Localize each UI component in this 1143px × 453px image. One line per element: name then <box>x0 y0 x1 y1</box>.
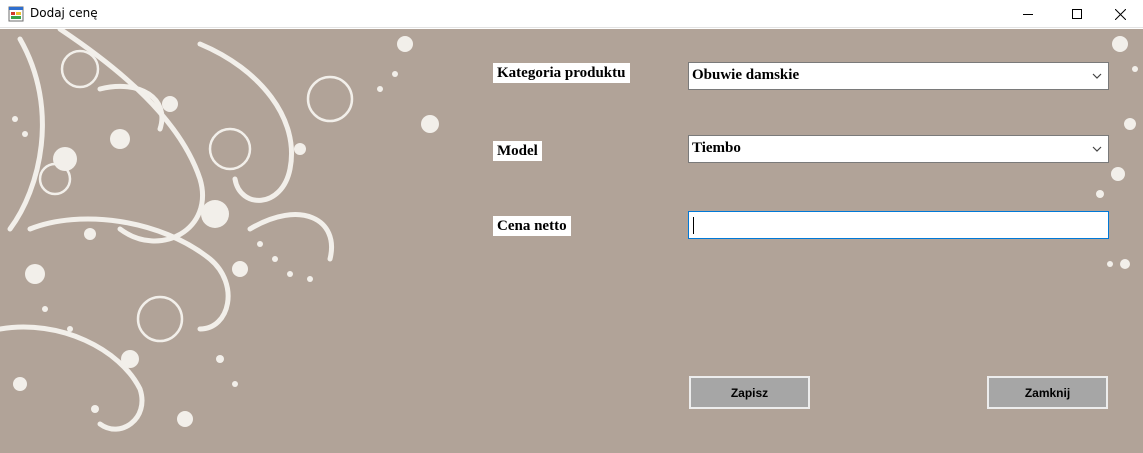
chevron-down-icon <box>1092 146 1102 152</box>
category-dropdown[interactable]: Obuwie damskie <box>688 62 1109 90</box>
app-icon <box>8 6 24 22</box>
close-form-button[interactable]: Zamknij <box>987 376 1108 409</box>
floral-ornament-background <box>0 29 1138 432</box>
net-price-input[interactable] <box>688 211 1109 239</box>
net-price-label: Cena netto <box>493 216 571 236</box>
minimize-icon <box>1023 14 1033 15</box>
close-button[interactable] <box>1097 0 1143 28</box>
window-title: Dodaj cenę <box>30 6 98 20</box>
maximize-button[interactable] <box>1054 0 1100 28</box>
minimize-button[interactable] <box>1005 0 1051 28</box>
text-caret <box>693 217 694 234</box>
category-selected-value: Obuwie damskie <box>692 67 800 83</box>
save-button[interactable]: Zapisz <box>689 376 810 409</box>
form-client-area: Kategoria produktu Obuwie damskie Model … <box>0 29 1143 453</box>
close-icon <box>1114 8 1126 20</box>
title-bar: Dodaj cenę <box>0 0 1143 28</box>
maximize-icon <box>1072 9 1082 19</box>
category-label: Kategoria produktu <box>493 63 630 83</box>
model-dropdown[interactable]: Tiembo <box>688 135 1109 163</box>
model-label: Model <box>493 141 542 161</box>
chevron-down-icon <box>1092 73 1102 79</box>
model-selected-value: Tiembo <box>692 140 741 156</box>
